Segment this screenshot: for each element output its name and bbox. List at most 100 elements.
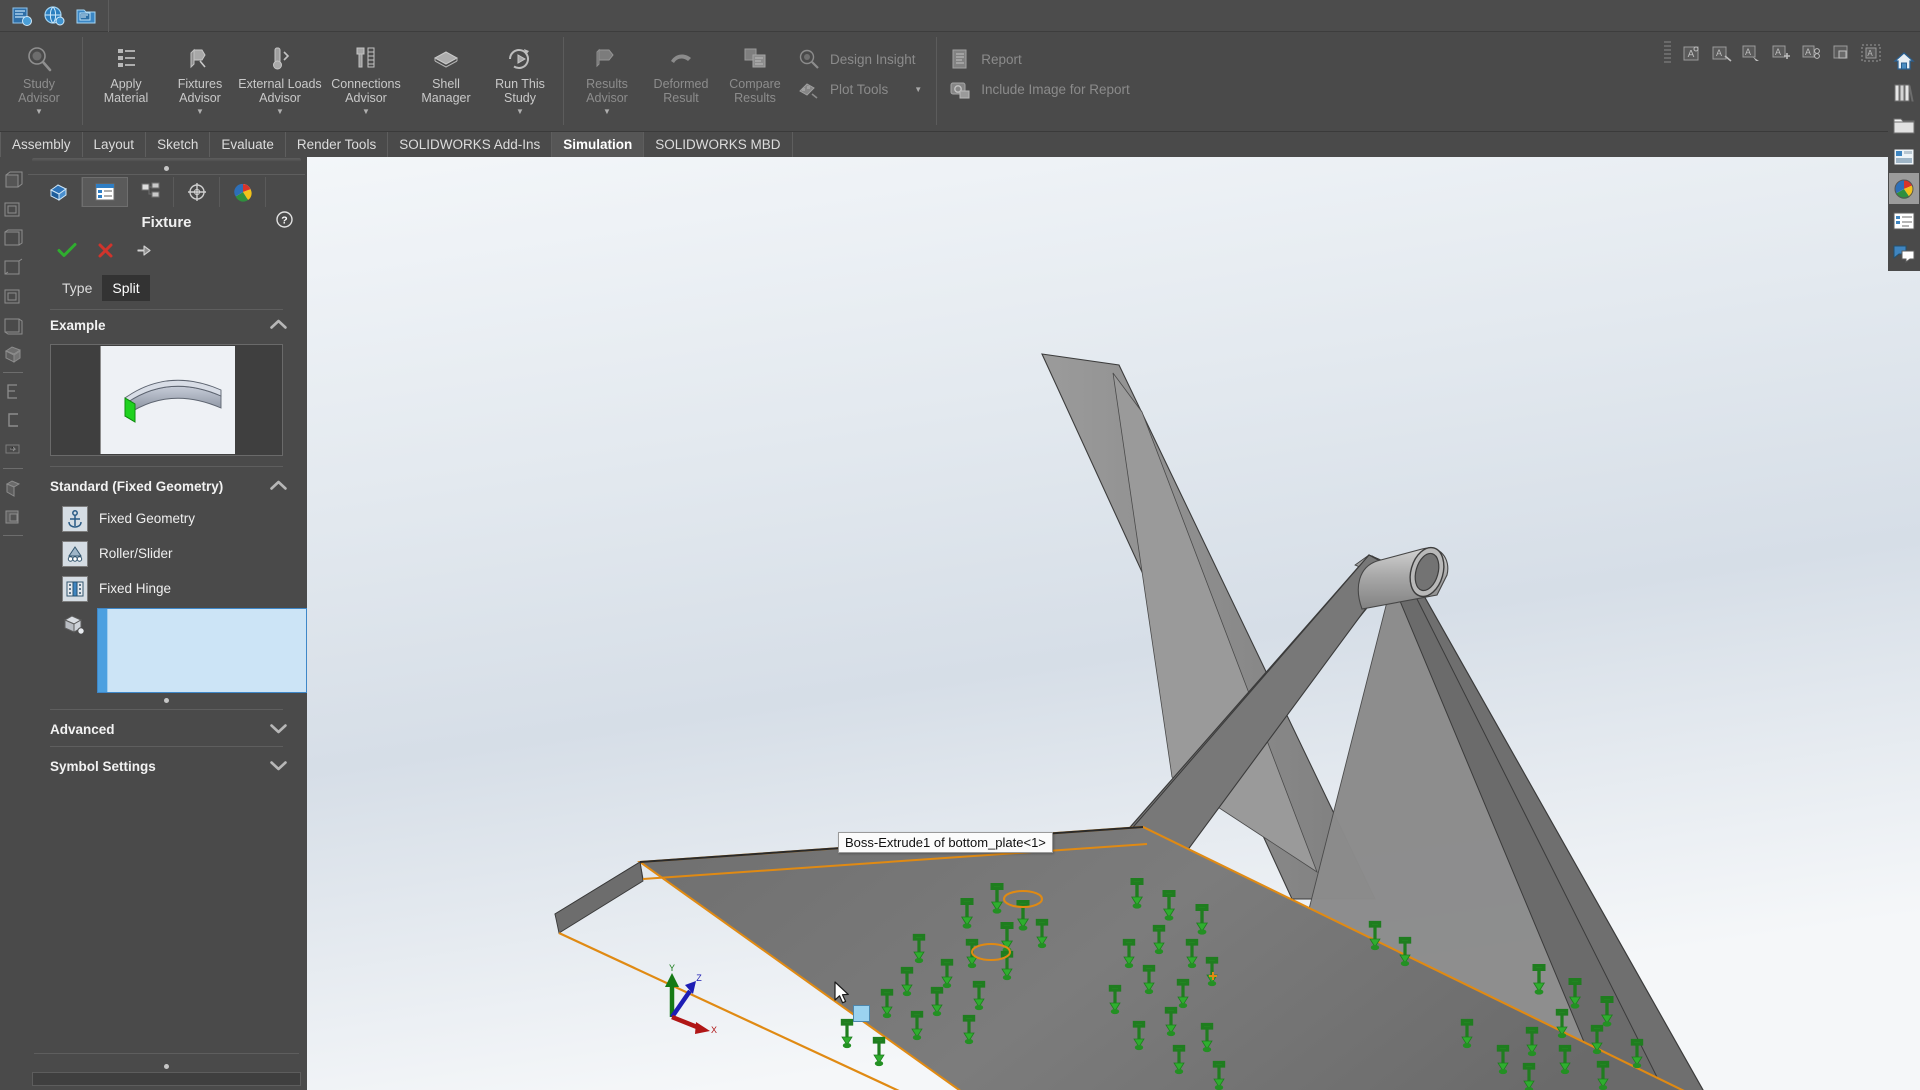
tab-evaluate[interactable]: Evaluate bbox=[210, 132, 286, 157]
panel-splitter-handle[interactable] bbox=[26, 162, 307, 174]
connections-advisor-caret-icon[interactable]: ▼ bbox=[362, 108, 370, 116]
deformed-result-label-line1: Deformed bbox=[653, 77, 709, 91]
tab-assembly[interactable]: Assembly bbox=[0, 132, 83, 157]
fixtures-advisor-caret-icon[interactable]: ▼ bbox=[196, 108, 204, 116]
design-insight-item[interactable]: Design Insight bbox=[792, 44, 930, 74]
deformed-result-button[interactable]: Deformed Result bbox=[644, 36, 718, 122]
pm-tab-dimxpert-manager[interactable] bbox=[174, 177, 220, 207]
fixtures-advisor-button[interactable]: Fixtures Advisor ▼ bbox=[163, 36, 237, 122]
report-item[interactable]: Report bbox=[943, 44, 1138, 74]
faces-edges-vertices-selection-box[interactable] bbox=[97, 608, 307, 693]
include-image-for-report-item[interactable]: Include Image for Report bbox=[943, 74, 1138, 104]
run-this-study-caret-icon[interactable]: ▼ bbox=[516, 108, 524, 116]
tab-sketch[interactable]: Sketch bbox=[146, 132, 211, 157]
compare-results-button[interactable]: Compare Results bbox=[718, 36, 792, 122]
panel-resize-dot bbox=[164, 697, 169, 703]
section-advanced-header[interactable]: Advanced bbox=[26, 714, 307, 744]
pm-type-tab[interactable]: Type bbox=[52, 275, 102, 301]
open-study-icon[interactable] bbox=[73, 3, 99, 29]
panel-horizontal-scrollbar[interactable] bbox=[32, 1072, 301, 1086]
solidworks-resources-icon[interactable] bbox=[1889, 45, 1919, 76]
custom-properties-icon[interactable] bbox=[1889, 205, 1919, 236]
fixed-hinge-icon bbox=[62, 575, 88, 602]
deformed-result-label-line2: Result bbox=[663, 91, 699, 105]
design-library-icon[interactable] bbox=[1889, 77, 1919, 108]
cancel-button[interactable] bbox=[98, 243, 113, 261]
auto-balloon-icon[interactable]: A bbox=[1736, 40, 1766, 66]
shell-manager-button[interactable]: Shell Manager bbox=[409, 36, 483, 122]
tab-layout[interactable]: Layout bbox=[82, 132, 147, 157]
selection-box-list[interactable] bbox=[108, 609, 306, 692]
pattern-icon[interactable] bbox=[1, 473, 25, 502]
chevron-down-icon[interactable] bbox=[270, 722, 287, 737]
ribbon-group-setup: Apply Material Fixtures Advisor ▼ Extern… bbox=[87, 32, 559, 132]
panel-drag-strip[interactable] bbox=[32, 157, 301, 162]
view-palette-icon[interactable] bbox=[1889, 141, 1919, 172]
study-advisor-caret-icon[interactable]: ▼ bbox=[35, 108, 43, 116]
front-view-icon[interactable] bbox=[1, 194, 25, 223]
simulation-globe-icon[interactable] bbox=[41, 3, 67, 29]
graphics-area[interactable]: ▼ ▼ ▼ bbox=[307, 157, 1920, 1090]
section-standard-header[interactable]: Standard (Fixed Geometry) bbox=[26, 471, 307, 501]
isometric-view-icon[interactable] bbox=[1, 165, 25, 194]
top-view-icon[interactable] bbox=[1, 223, 25, 252]
results-advisor-caret-icon[interactable]: ▼ bbox=[603, 108, 611, 116]
chevron-up-icon[interactable] bbox=[270, 318, 287, 333]
section-view-icon[interactable] bbox=[1, 377, 25, 406]
study-advisor-button[interactable]: Study Advisor ▼ bbox=[2, 36, 76, 122]
ribbon-separator-2 bbox=[563, 37, 564, 125]
rear-base-assembly[interactable] bbox=[307, 157, 1920, 1090]
surface-finish-icon[interactable]: A bbox=[1796, 40, 1826, 66]
external-loads-advisor-button[interactable]: External Loads Advisor ▼ bbox=[237, 36, 323, 122]
panel-resize-dots[interactable] bbox=[26, 693, 307, 707]
run-this-study-button[interactable]: Run This Study ▼ bbox=[483, 36, 557, 122]
new-study-icon[interactable] bbox=[9, 3, 35, 29]
pm-split-tab[interactable]: Split bbox=[102, 275, 150, 301]
pm-tab-property-manager[interactable] bbox=[82, 177, 128, 207]
hole-callout-icon[interactable]: A bbox=[1856, 40, 1886, 66]
magnetic-line-icon[interactable]: A bbox=[1766, 40, 1796, 66]
note-icon[interactable]: A bbox=[1676, 40, 1706, 66]
weld-symbol-icon[interactable] bbox=[1826, 40, 1856, 66]
tab-render-tools[interactable]: Render Tools bbox=[285, 132, 389, 157]
plot-tools-item[interactable]: Plot Tools ▼ bbox=[792, 74, 930, 104]
back-view-icon[interactable] bbox=[1, 281, 25, 310]
apply-material-label-line1: Apply bbox=[110, 77, 142, 91]
toolbar-grip-handle[interactable] bbox=[1664, 41, 1671, 65]
tab-solidworks-addins[interactable]: SOLIDWORKS Add-Ins bbox=[388, 132, 553, 157]
fixed-hinge-option[interactable]: Fixed Hinge bbox=[26, 571, 307, 606]
deformed-result-icon bbox=[666, 43, 696, 73]
tab-simulation[interactable]: Simulation bbox=[552, 132, 645, 157]
roller-slider-option[interactable]: Roller/Slider bbox=[26, 536, 307, 571]
curve-icon[interactable] bbox=[1, 406, 25, 435]
balloon-icon[interactable]: A bbox=[1706, 40, 1736, 66]
connections-advisor-button[interactable]: Connections Advisor ▼ bbox=[323, 36, 409, 122]
solidworks-forum-icon[interactable] bbox=[1889, 237, 1919, 268]
section-example-header[interactable]: Example bbox=[26, 310, 307, 340]
external-loads-caret-icon[interactable]: ▼ bbox=[276, 108, 284, 116]
shaded-view-icon[interactable] bbox=[1, 339, 25, 368]
help-button[interactable]: ? bbox=[276, 211, 293, 232]
pm-tab-configuration-manager[interactable] bbox=[128, 177, 174, 207]
pm-tab-feature-manager[interactable] bbox=[36, 177, 82, 207]
fixed-geometry-option[interactable]: Fixed Geometry bbox=[26, 501, 307, 536]
mirror-icon[interactable] bbox=[1, 435, 25, 464]
box-icon[interactable] bbox=[1, 502, 25, 531]
pm-tab-display-manager[interactable] bbox=[220, 177, 266, 207]
section-symbol-settings-header[interactable]: Symbol Settings bbox=[26, 751, 307, 781]
file-explorer-icon[interactable] bbox=[1889, 109, 1919, 140]
chevron-up-icon[interactable] bbox=[270, 479, 287, 494]
pushpin-icon[interactable] bbox=[135, 243, 155, 261]
plot-tools-caret-icon[interactable]: ▼ bbox=[888, 85, 922, 94]
appearances-scenes-icon[interactable] bbox=[1889, 173, 1919, 204]
ok-button[interactable] bbox=[57, 243, 77, 261]
bottom-view-icon[interactable] bbox=[1, 310, 25, 339]
tab-solidworks-mbd[interactable]: SOLIDWORKS MBD bbox=[644, 132, 793, 157]
right-view-icon[interactable] bbox=[1, 252, 25, 281]
tab-render-tools-label: Render Tools bbox=[296, 137, 377, 152]
apply-material-button[interactable]: Apply Material bbox=[89, 36, 163, 122]
panel-drag-bar[interactable] bbox=[26, 157, 307, 162]
chevron-down-icon[interactable] bbox=[270, 759, 287, 774]
panel-bottom-splitter[interactable] bbox=[26, 1060, 307, 1072]
results-advisor-button[interactable]: Results Advisor ▼ bbox=[570, 36, 644, 122]
